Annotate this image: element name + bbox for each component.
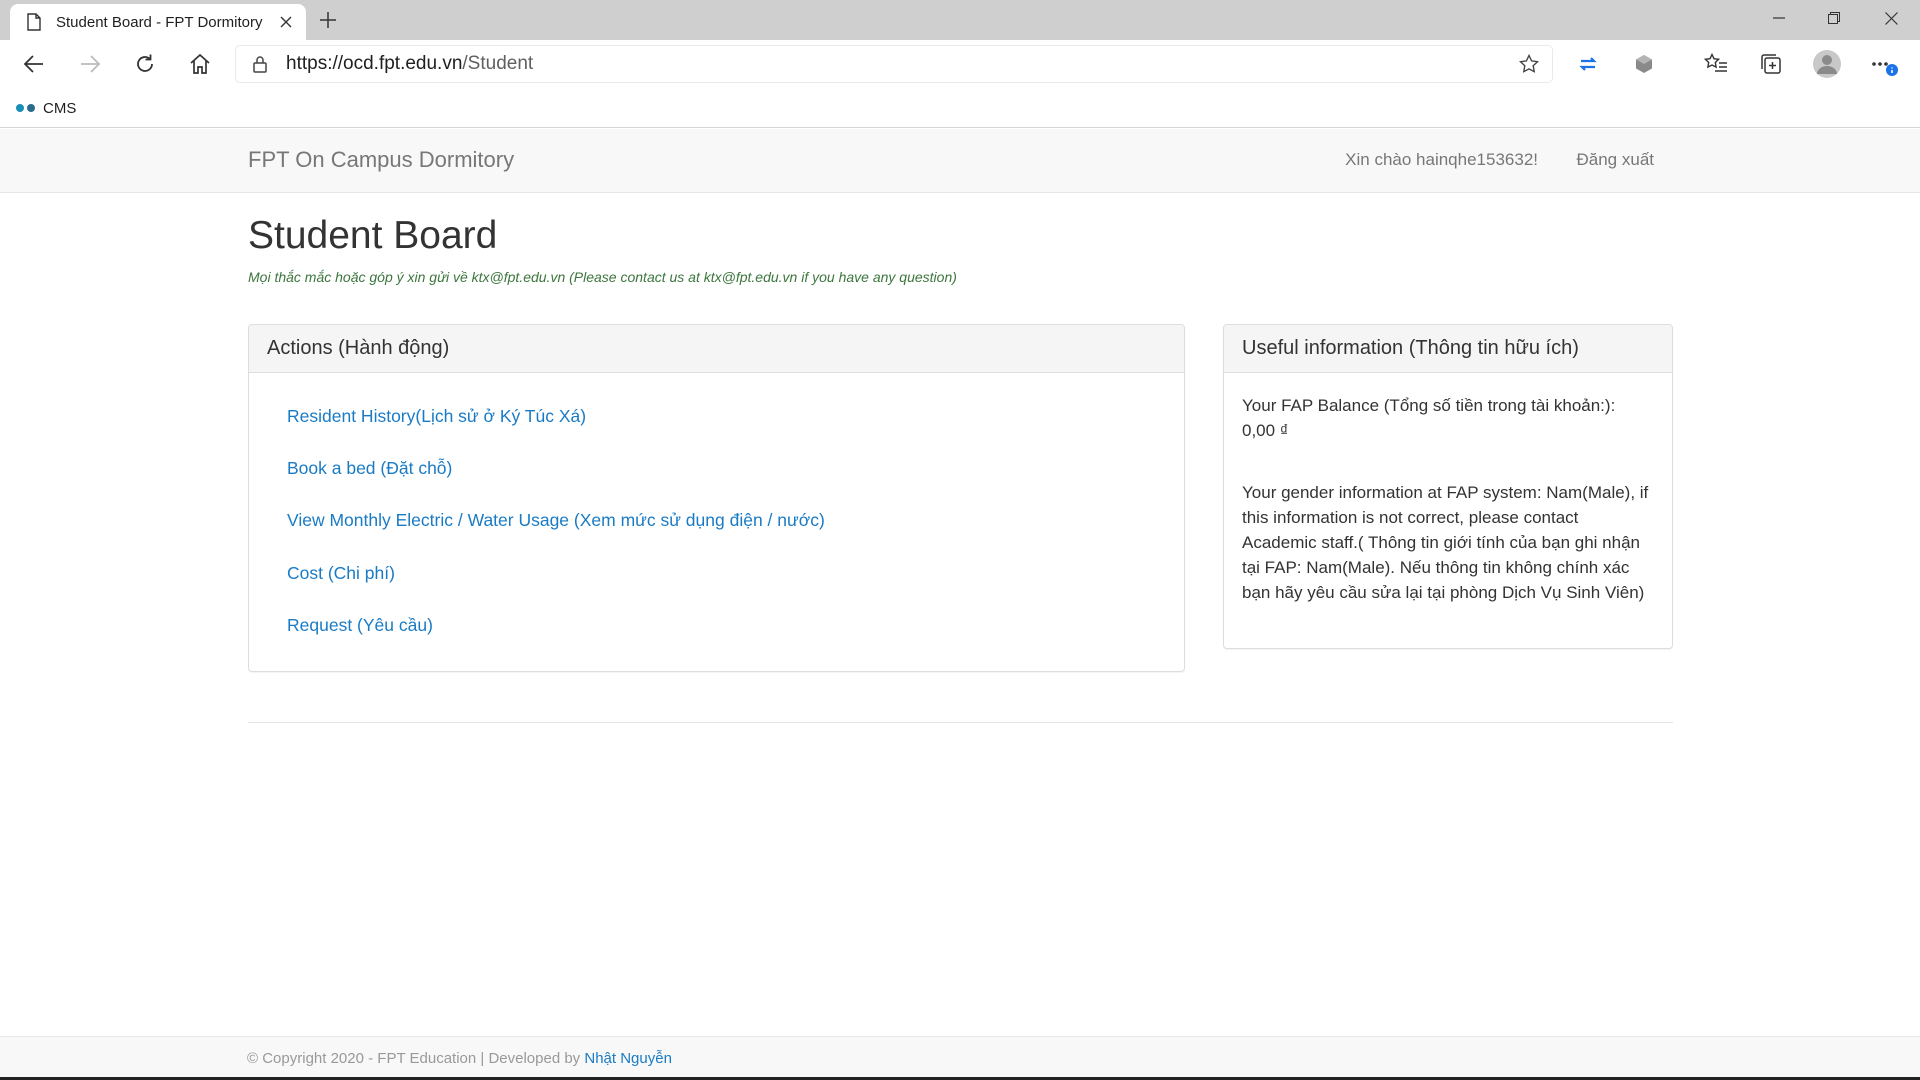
copyright-text: © Copyright 2020 - FPT Education | Devel… (247, 1050, 585, 1067)
site-footer: © Copyright 2020 - FPT Education | Devel… (0, 1036, 1920, 1080)
resident-history-link[interactable]: Resident History(Lịch sử ở Ký Túc Xá) (287, 406, 586, 427)
cost-link[interactable]: Cost (Chi phí) (287, 563, 395, 584)
usage-link[interactable]: View Monthly Electric / Water Usage (Xem… (287, 510, 825, 531)
minimize-icon[interactable] (1750, 0, 1808, 36)
content-divider (248, 722, 1673, 723)
balance-value: 0,00 ₫ (1242, 421, 1289, 440)
info-body: Your FAP Balance (Tổng số tiền trong tài… (1224, 373, 1672, 605)
actions-heading: Actions (Hành động) (249, 325, 1184, 373)
favorite-star-icon[interactable] (1518, 53, 1540, 75)
balance-label: Your FAP Balance (Tổng số tiền trong tài… (1242, 396, 1616, 415)
sync-extension-icon[interactable] (1572, 48, 1604, 80)
url-path: /Student (462, 53, 534, 74)
page-icon (24, 12, 44, 32)
home-icon[interactable] (182, 46, 218, 82)
developer-link[interactable]: Nhật Nguyễn (584, 1050, 672, 1067)
bookmark-label: CMS (43, 99, 77, 117)
settings-menu-icon[interactable] (1868, 48, 1900, 80)
profile-avatar-icon[interactable] (1811, 48, 1843, 80)
info-panel: Useful information (Thông tin hữu ích) Y… (1223, 324, 1673, 649)
favorites-icon[interactable] (1700, 48, 1732, 80)
url-text: https://ocd.fpt.edu.vn/Student (286, 53, 533, 75)
actions-panel: Actions (Hành động) Resident History(Lịc… (248, 324, 1185, 672)
window-close-icon[interactable] (1862, 0, 1920, 36)
refresh-icon[interactable] (127, 46, 163, 82)
book-bed-link[interactable]: Book a bed (Đặt chỗ) (287, 458, 452, 479)
logout-link[interactable]: Đăng xuất (1577, 150, 1655, 170)
tab-strip: Student Board - FPT Dormitory (0, 0, 1920, 40)
restore-icon[interactable] (1805, 0, 1863, 36)
info-heading: Useful information (Thông tin hữu ích) (1224, 325, 1672, 373)
balance-info: Your FAP Balance (Tổng số tiền trong tài… (1242, 393, 1654, 443)
tab-title: Student Board - FPT Dormitory (56, 13, 263, 31)
url-host: https://ocd.fpt.edu.vn (286, 53, 463, 74)
cms-logo-icon (16, 104, 35, 112)
request-link[interactable]: Request (Yêu cầu) (287, 615, 433, 636)
back-icon[interactable] (16, 46, 52, 82)
browser-toolbar: https://ocd.fpt.edu.vn/Student (0, 40, 1920, 88)
new-tab-button[interactable] (314, 6, 342, 34)
collections-icon[interactable] (1755, 48, 1787, 80)
bookmark-cms[interactable]: CMS (16, 96, 76, 120)
site-navbar: FPT On Campus Dormitory Xin chào hainqhe… (0, 129, 1920, 193)
page-title: Student Board (248, 214, 498, 257)
browser-tab[interactable]: Student Board - FPT Dormitory (10, 4, 306, 40)
extension-cube-icon[interactable] (1628, 48, 1660, 80)
address-bar[interactable]: https://ocd.fpt.edu.vn/Student (236, 46, 1552, 82)
gender-info: Your gender information at FAP system: N… (1242, 483, 1649, 602)
contact-note: Mọi thắc mắc hoặc góp ý xin gửi về ktx@f… (248, 269, 957, 285)
bookmarks-bar: CMS (0, 88, 1920, 128)
site-brand[interactable]: FPT On Campus Dormitory (248, 147, 514, 173)
user-greeting[interactable]: Xin chào hainqhe153632! (1345, 150, 1538, 170)
lock-icon[interactable] (250, 54, 270, 74)
close-icon[interactable] (272, 8, 300, 36)
footer-text: © Copyright 2020 - FPT Education | Devel… (247, 1050, 672, 1067)
forward-icon[interactable] (72, 46, 108, 82)
